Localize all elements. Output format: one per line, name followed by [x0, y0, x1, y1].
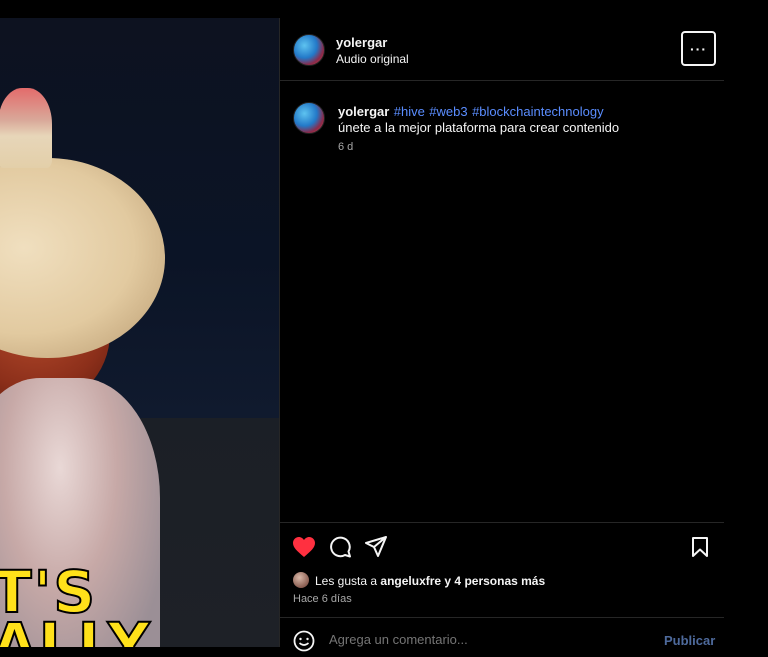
comment-input[interactable] — [329, 632, 629, 647]
likes-summary: Les gusta a angeluxfre y 4 personas más — [315, 574, 545, 588]
publish-button[interactable]: Publicar — [664, 633, 715, 648]
posted-ago[interactable]: Hace 6 días — [293, 593, 352, 605]
caption-username[interactable]: yolergar — [338, 104, 389, 119]
post-header: yolergar Audio original ··· — [280, 18, 724, 81]
hashtag-blockchaintechnology[interactable]: #blockchaintechnology — [472, 104, 604, 119]
avatar[interactable] — [293, 34, 325, 66]
comment-icon[interactable] — [329, 536, 351, 563]
send-icon[interactable] — [365, 536, 387, 563]
heart-filled-icon[interactable] — [292, 536, 316, 563]
likes-user[interactable]: angeluxfre — [380, 574, 441, 588]
header-username[interactable]: yolergar — [336, 35, 387, 50]
caption-avatar[interactable] — [293, 102, 325, 134]
action-bar — [280, 522, 724, 573]
more-options-button[interactable]: ··· — [681, 31, 716, 66]
smiley-icon[interactable] — [293, 630, 315, 657]
hashtag-hive[interactable]: #hive — [394, 104, 425, 119]
comment-bar: Publicar — [280, 617, 724, 652]
likes-prefix: Les gusta a — [315, 574, 378, 588]
hashtag-web3[interactable]: #web3 — [429, 104, 467, 119]
bookmark-icon[interactable] — [691, 537, 709, 562]
audio-label[interactable]: Audio original — [336, 52, 409, 66]
video-sombrero-crown — [0, 88, 52, 168]
liker-avatar[interactable] — [293, 572, 309, 588]
reel-video[interactable]: T'S ALLY — [0, 18, 279, 647]
caption-time[interactable]: 6 d — [338, 141, 353, 153]
caption-first-line: yolergar #hive #web3 #blockchaintechnolo… — [338, 103, 604, 121]
likes-suffix[interactable]: y 4 personas más — [444, 574, 545, 588]
caption-text: únete a la mejor plataforma para crear c… — [338, 120, 620, 135]
video-caption-line-2: ALLY — [0, 609, 152, 647]
